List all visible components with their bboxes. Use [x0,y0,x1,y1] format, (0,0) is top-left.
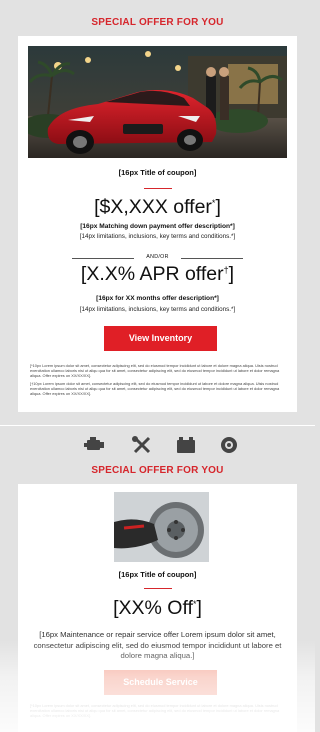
offer1-description: [16px Matching down payment offer descri… [80,223,235,230]
brake-illustration [114,492,209,562]
tire-icon [221,437,237,453]
offer2-terms: [14px limitations, inclusions, key terms… [79,306,236,313]
brake-service-photo [114,492,209,562]
schedule-service-button[interactable]: Schedule Service [104,670,217,695]
offer-header: SPECIAL OFFER FOR YOU [91,17,224,28]
engine-icon [84,437,104,450]
red-sedan-photo [28,46,287,158]
and-or-divider: AND/OR [72,253,243,263]
title-divider-2 [144,588,172,590]
coupon-title: [16px Title of coupon] [118,168,197,177]
fine-print-1: [*10px Lorem ipsum dolor sit amet, conse… [30,363,280,379]
percent-off-offer: [XX% Off*] [113,597,202,619]
service-offer-description: [16px Maintenance or repair service offe… [33,630,282,660]
offer-header-2: SPECIAL OFFER FOR YOU [91,465,224,476]
view-inventory-button[interactable]: View Inventory [104,326,217,351]
service-icons-row [0,432,315,458]
offer2-description: [16px for XX months offer description*] [96,295,219,302]
section-separator [0,425,315,426]
and-or-label: AND/OR [146,254,169,260]
fine-print: [*10px Lorem ipsum dolor sit amet, conse… [30,363,287,398]
battery-icon [177,437,195,453]
wrench-screwdriver-icon [132,436,151,454]
apr-offer: [X.X% APR offer†] [80,263,235,285]
fine-print-3: [*10px Lorem ipsum dolor sit amet, conse… [30,703,280,719]
car-illustration [28,46,287,158]
offer-card-1: [16px Title of coupon] [$X,XXX offer*] [… [18,36,297,412]
offer-card-2: [16px Title of coupon] [XX% Off*] [16px … [18,484,297,732]
coupon-title-2: [16px Title of coupon] [118,570,197,579]
fine-print-2: [†10px Lorem ipsum dolor sit amet, conse… [30,380,280,397]
offer1-terms: [14px limitations, inclusions, key terms… [79,233,236,240]
title-divider [144,188,172,190]
dollar-offer: [$X,XXX offer*] [94,196,221,218]
